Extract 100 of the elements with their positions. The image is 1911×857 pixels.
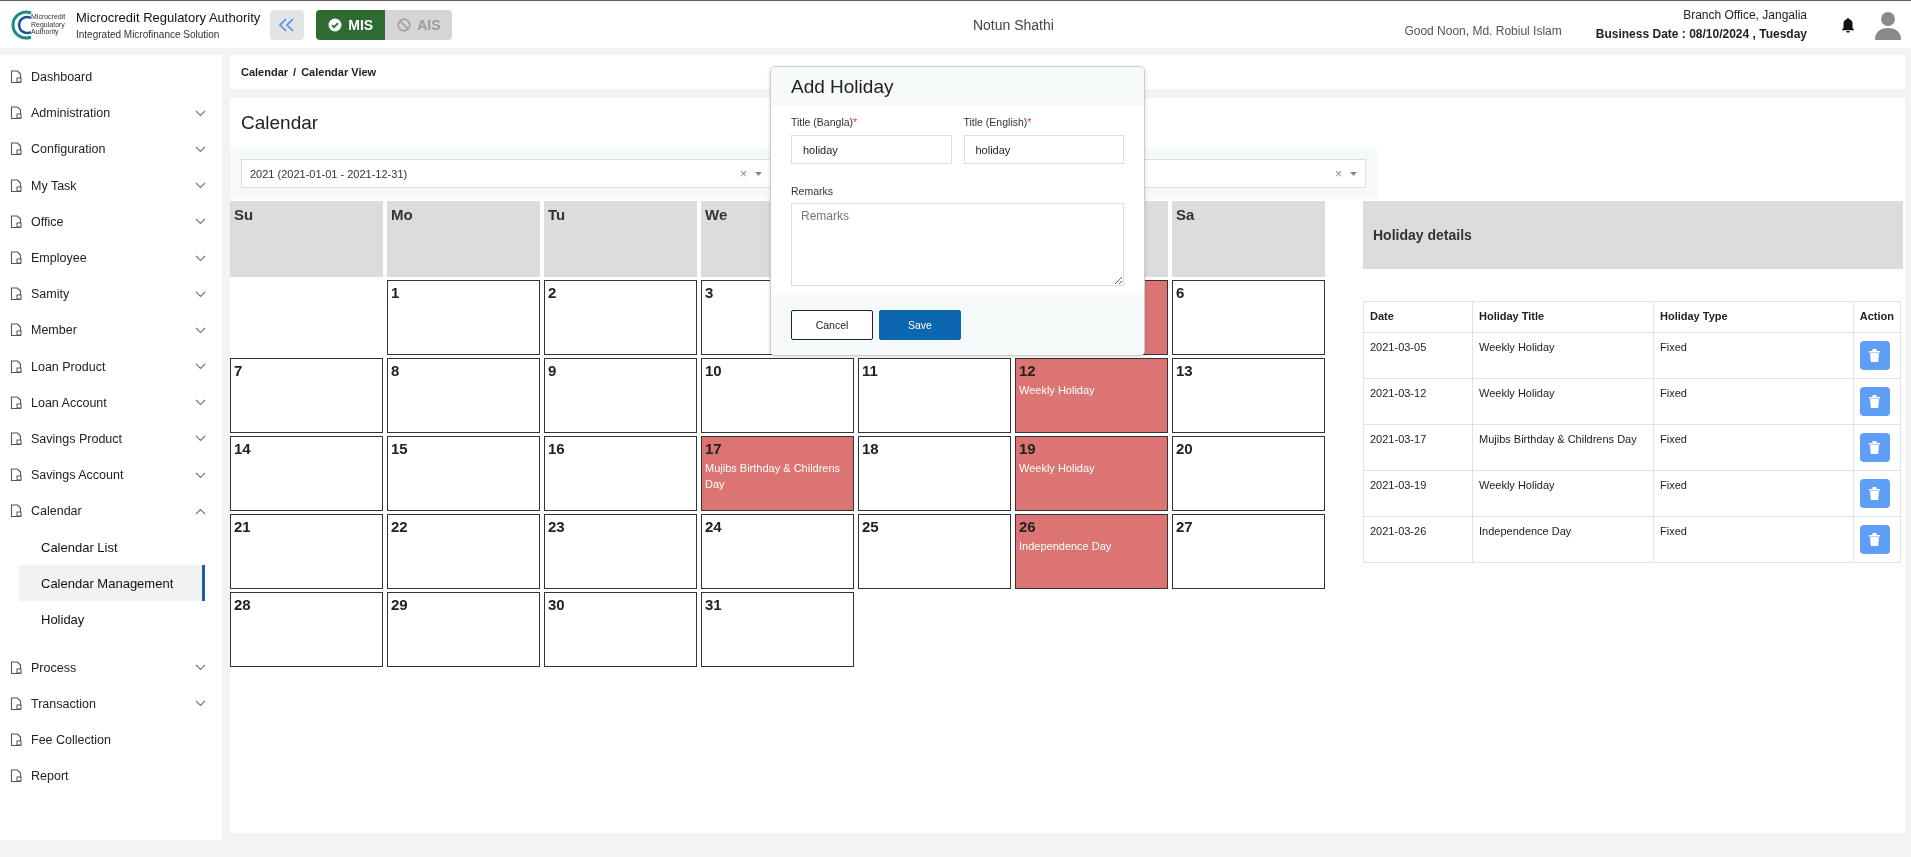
document-icon bbox=[10, 142, 23, 157]
sidebar-item[interactable]: Transaction bbox=[0, 685, 222, 722]
calendar-day-cell[interactable]: 12 Weekly Holiday bbox=[1015, 358, 1168, 433]
table-cell: Fixed bbox=[1653, 470, 1854, 517]
calendar-day-cell[interactable]: 9 bbox=[544, 358, 697, 433]
calendar-day-cell[interactable]: 2 bbox=[544, 280, 697, 355]
clear-icon[interactable]: × bbox=[1335, 166, 1342, 181]
chevron-down-icon bbox=[195, 399, 206, 407]
sidebar-item[interactable]: Report bbox=[0, 758, 222, 795]
calendar-day-cell[interactable]: 17 Mujibs Birthday & Childrens Day bbox=[701, 436, 854, 511]
save-button[interactable]: Save bbox=[879, 310, 961, 340]
calendar-select[interactable]: 2021 (2021-01-01 - 2021-12-31) × bbox=[241, 159, 771, 188]
delete-button[interactable] bbox=[1859, 341, 1890, 370]
breadcrumb-separator: / bbox=[293, 66, 297, 78]
calendar-day-cell[interactable]: 7 bbox=[230, 358, 383, 433]
sidebar-item[interactable]: Samity bbox=[0, 276, 222, 313]
table-cell: 2021-03-12 bbox=[1363, 378, 1473, 425]
sidebar-subitem[interactable]: Calendar List bbox=[19, 529, 205, 566]
caret-down-icon bbox=[1350, 171, 1357, 176]
clear-icon[interactable]: × bbox=[740, 166, 747, 181]
weekday-header: Tu bbox=[544, 201, 697, 277]
calendar-day-cell[interactable]: 18 bbox=[858, 436, 1011, 511]
calendar-day-cell[interactable]: 23 bbox=[544, 514, 697, 589]
document-icon bbox=[10, 287, 23, 302]
sidebar-item[interactable]: Loan Product bbox=[0, 348, 222, 385]
sidebar-item[interactable]: Savings Product bbox=[0, 420, 222, 458]
calendar-day-cell[interactable]: 6 bbox=[1172, 280, 1325, 355]
sidebar-item[interactable]: Process bbox=[0, 649, 222, 686]
notification-bell-icon[interactable] bbox=[1841, 16, 1855, 33]
trash-icon bbox=[1869, 441, 1881, 454]
sidebar-item[interactable]: Configuration bbox=[0, 131, 222, 168]
collapse-sidebar-button[interactable] bbox=[270, 9, 305, 40]
table-cell: 2021-03-05 bbox=[1363, 332, 1473, 379]
weekday-header: Su bbox=[230, 201, 383, 277]
sidebar-subitem[interactable]: Holiday bbox=[19, 601, 205, 638]
input-field[interactable]: holiday bbox=[791, 135, 952, 164]
sidebar-item[interactable]: Employee bbox=[0, 239, 222, 277]
business-date: Business Date : 08/10/2024 , Tuesday bbox=[1595, 27, 1807, 41]
table-cell: 2021-03-19 bbox=[1363, 470, 1473, 517]
calendar-day-cell[interactable]: 11 bbox=[858, 358, 1011, 433]
chevron-down-icon bbox=[195, 471, 206, 479]
calendar-day-cell[interactable]: 10 bbox=[701, 358, 854, 433]
calendar-day-cell[interactable]: 21 bbox=[230, 514, 383, 589]
chevron-down-icon bbox=[195, 254, 206, 262]
holiday-details-header: Holiday details bbox=[1363, 201, 1903, 269]
blocked-icon bbox=[397, 17, 412, 32]
calendar-day-cell[interactable]: 15 bbox=[387, 436, 540, 511]
sidebar-item[interactable]: My Task bbox=[0, 167, 222, 204]
delete-button[interactable] bbox=[1859, 479, 1890, 508]
input-field[interactable]: holiday bbox=[963, 135, 1124, 164]
table-cell: Weekly Holiday bbox=[1472, 378, 1654, 425]
calendar-day-cell[interactable]: 1 bbox=[387, 280, 540, 355]
delete-button[interactable] bbox=[1859, 387, 1890, 416]
calendar-day-cell[interactable]: 19 Weekly Holiday bbox=[1015, 436, 1168, 511]
document-icon bbox=[10, 504, 23, 519]
chevron-down-icon bbox=[195, 145, 206, 153]
calendar-day-cell[interactable]: 20 bbox=[1172, 436, 1325, 511]
calendar-day-cell[interactable]: 25 bbox=[858, 514, 1011, 589]
calendar-day-cell[interactable]: 14 bbox=[230, 436, 383, 511]
calendar-day-cell[interactable]: 30 bbox=[544, 592, 697, 667]
calendar-day-cell[interactable]: 29 bbox=[387, 592, 540, 667]
calendar-day-cell[interactable]: 8 bbox=[387, 358, 540, 433]
remarks-field[interactable]: Remarks bbox=[791, 203, 1124, 286]
sidebar-subitem[interactable]: Calendar Management bbox=[19, 565, 205, 602]
sidebar-item[interactable]: Member bbox=[0, 312, 222, 349]
trash-icon bbox=[1869, 349, 1881, 362]
sidebar-item[interactable]: Calendar bbox=[0, 493, 222, 530]
chevron-down-icon bbox=[195, 664, 206, 672]
breadcrumb-item[interactable]: Calendar View bbox=[301, 66, 377, 78]
calendar-day-cell[interactable]: 13 bbox=[1172, 358, 1325, 433]
user-avatar-icon[interactable] bbox=[1875, 9, 1901, 40]
table-cell: Independence Day bbox=[1472, 516, 1654, 563]
table-cell: Weekly Holiday bbox=[1472, 332, 1654, 379]
check-circle-icon bbox=[328, 17, 343, 32]
delete-button[interactable] bbox=[1859, 525, 1890, 554]
greeting-text: Good Noon, Md. Robiul Islam bbox=[1404, 24, 1562, 38]
document-icon bbox=[10, 359, 23, 374]
breadcrumb-item[interactable]: Calendar bbox=[241, 66, 289, 78]
column-header: Date bbox=[1363, 301, 1473, 333]
calendar-day-cell[interactable]: 27 bbox=[1172, 514, 1325, 589]
cancel-button[interactable]: Cancel bbox=[791, 310, 873, 340]
calendar-day-cell[interactable]: 26 Independence Day bbox=[1015, 514, 1168, 589]
sidebar-item[interactable]: Savings Account bbox=[0, 457, 222, 494]
field-label: Title (Bangla)* bbox=[791, 116, 859, 128]
delete-button[interactable] bbox=[1859, 433, 1890, 462]
document-icon bbox=[10, 214, 23, 229]
calendar-day-cell[interactable]: 22 bbox=[387, 514, 540, 589]
sidebar-item[interactable]: Fee Collection bbox=[0, 721, 222, 758]
sidebar-item[interactable]: Loan Account bbox=[0, 384, 222, 421]
calendar-day-cell[interactable]: 28 bbox=[230, 592, 383, 667]
calendar-day-cell[interactable]: 16 bbox=[544, 436, 697, 511]
chevron-down-icon bbox=[195, 109, 206, 117]
module-tab[interactable]: MIS bbox=[316, 9, 386, 40]
calendar-day-cell[interactable]: 24 bbox=[701, 514, 854, 589]
calendar-day-cell[interactable]: 31 bbox=[701, 592, 854, 667]
sidebar-item[interactable]: Office bbox=[0, 203, 222, 240]
app-name: Notun Shathi bbox=[971, 16, 1055, 33]
sidebar-item[interactable]: Administration bbox=[0, 95, 222, 132]
table-cell: Fixed bbox=[1653, 424, 1854, 471]
sidebar-item[interactable]: Dashboard bbox=[0, 59, 222, 96]
